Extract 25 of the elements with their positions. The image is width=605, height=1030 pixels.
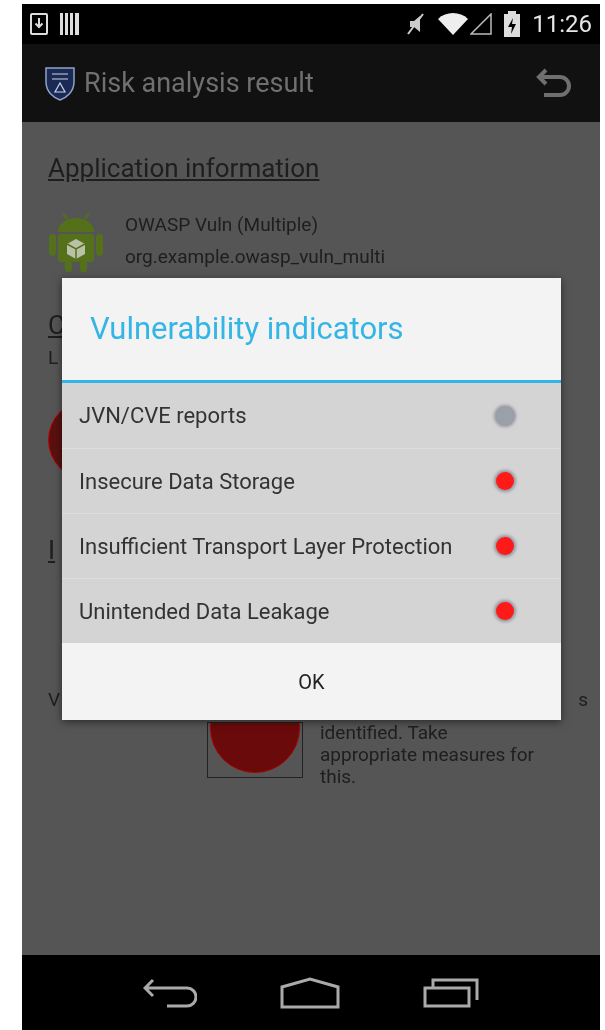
message-line: identified. Take [320, 722, 449, 744]
clock-time: 11:26 [532, 12, 592, 36]
android-robot-icon [48, 210, 104, 272]
mute-icon [406, 12, 427, 36]
dialog-title: Vulnerability indicators [90, 308, 404, 349]
section-heading: Application information [48, 152, 321, 184]
package-name: org.example.owasp_vuln_multi [125, 244, 386, 270]
message-line: this. [320, 766, 358, 788]
home-icon[interactable] [280, 976, 340, 1009]
undo-icon[interactable] [536, 68, 572, 98]
barcode-icon [60, 13, 80, 35]
info-text: V [48, 688, 61, 712]
battery-charging-icon [504, 11, 521, 37]
indicator-row[interactable]: Insecure Data Storage [62, 448, 561, 513]
indicator-row[interactable]: Insufficient Transport Layer Protection [62, 513, 561, 578]
indicator-row[interactable]: JVN/CVE reports [62, 383, 561, 448]
back-icon[interactable] [143, 977, 198, 1008]
shield-logo-icon [44, 65, 76, 101]
info-text: s [578, 688, 588, 712]
screen-title: Risk analysis result [84, 65, 315, 101]
ok-button[interactable]: OK [62, 643, 561, 720]
download-icon [30, 13, 48, 35]
signal-icon [470, 13, 493, 35]
recent-apps-icon[interactable] [422, 977, 479, 1008]
wifi-icon [438, 13, 469, 35]
